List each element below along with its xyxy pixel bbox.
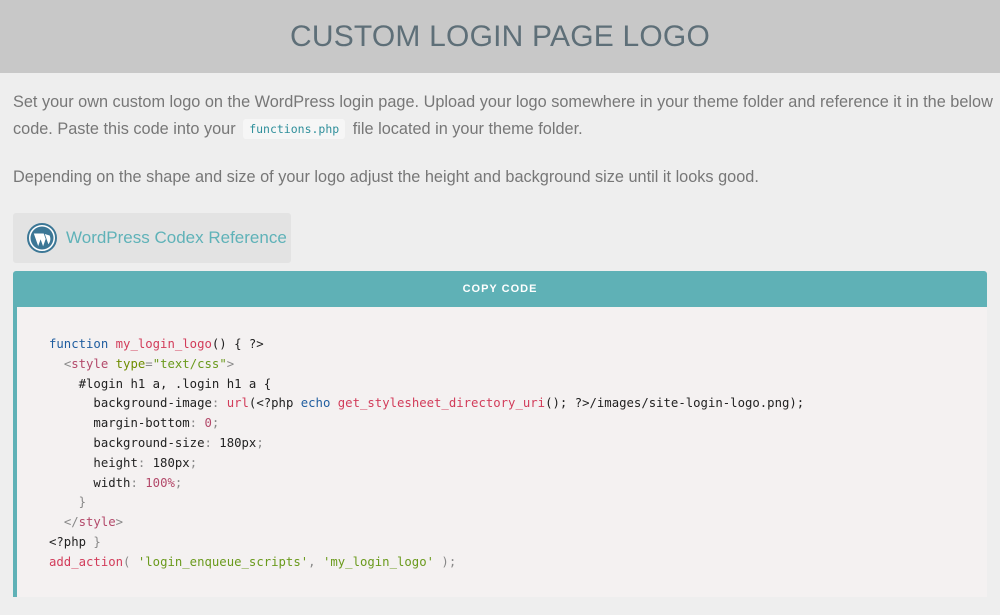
code-token: url [226, 396, 249, 411]
code-token: function [49, 337, 109, 351]
code-token: type [115, 356, 146, 371]
code-token: ); [434, 554, 457, 569]
codex-reference-label: WordPress Codex Reference [66, 228, 287, 247]
code-token: <?php [49, 534, 87, 549]
code-token: () { ?> [211, 337, 264, 351]
code-token: margin-bottom [93, 416, 190, 431]
copy-code-label: COPY CODE [462, 283, 538, 295]
code-token: , [308, 554, 323, 569]
codex-reference-button[interactable]: WordPress Codex Reference [13, 213, 291, 263]
code-token: 100% [145, 475, 175, 490]
copy-code-button[interactable]: COPY CODE [13, 271, 987, 307]
code-token: : [204, 435, 220, 450]
code-token: ; [256, 435, 264, 450]
code-token: background-image [93, 396, 212, 411]
code-token: width [93, 475, 131, 490]
code-token: my_login_logo [115, 337, 212, 351]
code-token: (); ?>/images/site-login-logo.png); [545, 396, 805, 411]
intro-paragraph: Set your own custom logo on the WordPres… [13, 89, 993, 144]
code-token: background-size [93, 435, 205, 450]
code-token: height [93, 455, 138, 470]
code-token: : [137, 455, 153, 470]
code-token: ; [174, 475, 183, 490]
code-token: ( [123, 554, 138, 569]
code-token: echo [300, 396, 331, 411]
code-text: function my_login_logo() { ?> <style typ… [49, 335, 804, 573]
code-token: > [115, 515, 124, 530]
code-token: ; [211, 416, 220, 431]
code-token: 'login_enqueue_scripts' [137, 554, 309, 569]
code-token: : [130, 475, 146, 490]
code-token: "text/css" [152, 356, 227, 371]
code-token: add_action [49, 554, 124, 569]
code-token: 'my_login_logo' [322, 554, 435, 569]
wordpress-icon [27, 223, 57, 253]
intro-text-end: file located in your theme folder. [352, 120, 583, 138]
page-title: CUSTOM LOGIN PAGE LOGO [289, 19, 711, 53]
code-token: style [78, 515, 116, 530]
code-token: : [189, 416, 205, 431]
code-block: function my_login_logo() { ?> <style typ… [13, 307, 987, 597]
page-header: CUSTOM LOGIN PAGE LOGO [0, 0, 1000, 73]
code-token: style [71, 356, 109, 371]
code-token: > [226, 356, 235, 371]
code-token: ; [189, 455, 198, 470]
code-token: = [145, 356, 153, 371]
code-token: 0 [204, 416, 212, 431]
code-token: 180px [219, 435, 257, 450]
size-paragraph: Depending on the shape and size of your … [13, 168, 759, 186]
code-token: } [86, 534, 101, 549]
code-token: </ [63, 515, 79, 530]
code-token: (<?php [248, 396, 301, 411]
code-token: } [78, 495, 87, 510]
filename-code: functions.php [243, 119, 346, 139]
code-token: #login h1 a, .login h1 a { [78, 376, 272, 391]
code-token: 180px [152, 455, 190, 470]
code-token: : [211, 396, 227, 411]
code-token: get_stylesheet_directory_uri [337, 396, 546, 411]
